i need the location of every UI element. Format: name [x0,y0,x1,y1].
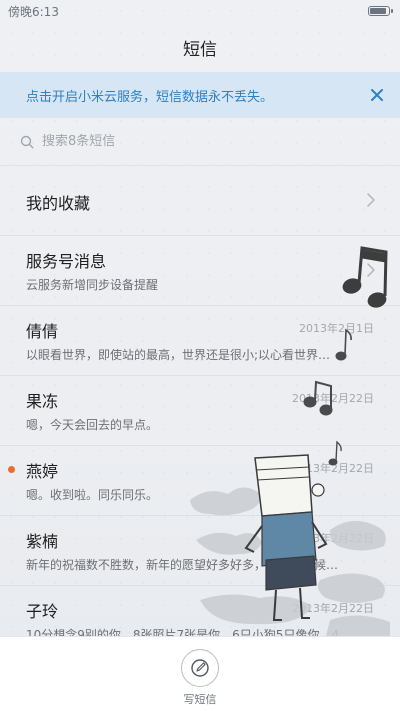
chevron-right-icon [367,193,375,207]
cloud-service-banner[interactable]: 点击开启小米云服务，短信数据永不丢失。 [0,72,400,118]
banner-text[interactable]: 点击开启小米云服务，短信数据永不丢失。 [26,86,273,105]
conversation-preview: 新年的祝福数不胜数，新年的愿望好多好多，新年的问候… [26,558,339,572]
conversation-date: 2013年2月22日 [292,602,374,615]
list-item[interactable]: 紫楠 2013年2月22日 新年的祝福数不胜数，新年的愿望好多好多，新年的问候… [0,516,400,586]
title-bar: 短信 [0,22,400,72]
favorites-label: 我的收藏 [26,194,91,213]
compose-button[interactable] [181,649,219,687]
conversation-list: 我的收藏 服务号消息 云服务新增同步设备提醒 倩倩 2013年2月1日 以眼看世… [0,166,400,656]
conversation-date: 2013年2月22日 [292,532,374,545]
page-title: 短信 [183,39,217,60]
chevron-right-icon [367,263,375,277]
conversation-name: 果冻 [26,392,59,411]
messages-screen: 傍晚6:13 短信 点击开启小米云服务，短信数据永不丢失。 我的收藏 [0,0,400,711]
search-icon [20,135,34,148]
conversation-name: 倩倩 [26,322,59,341]
conversation-date: 2013年2月1日 [299,322,374,335]
conversation-name: 燕婷 [26,462,59,481]
status-bar: 傍晚6:13 [0,0,400,22]
list-item[interactable]: 倩倩 2013年2月1日 以眼看世界，即使站的最高，世界还是很小;以心看世界… [0,306,400,376]
bottom-toolbar: 写短信 [0,636,400,711]
favorites-row[interactable]: 我的收藏 [0,166,400,236]
unread-dot [8,466,15,473]
close-icon[interactable] [368,86,386,104]
compose-icon [191,659,209,677]
status-time: 傍晚6:13 [8,4,59,19]
conversation-name: 子玲 [26,602,59,621]
search-input[interactable] [42,134,342,149]
battery-icon [368,6,393,16]
conversation-preview: 以眼看世界，即使站的最高，世界还是很小;以心看世界… [26,348,331,362]
list-item[interactable]: 燕婷 2013年2月22日 嗯。收到啦。同乐同乐。 [0,446,400,516]
conversation-preview: 云服务新增同步设备提醒 [26,278,159,292]
conversation-name: 紫楠 [26,532,59,551]
conversation-date: 2013年2月22日 [292,392,374,405]
conversation-date: 2013年2月22日 [292,462,374,475]
compose-label[interactable]: 写短信 [0,691,400,707]
conversation-preview: 嗯，今天会回去的早点。 [26,418,159,432]
conversation-preview: 嗯。收到啦。同乐同乐。 [26,488,159,502]
conversation-name: 服务号消息 [26,252,107,271]
list-item[interactable]: 果冻 2013年2月22日 嗯，今天会回去的早点。 [0,376,400,446]
search-bar[interactable] [0,118,400,166]
list-item[interactable]: 服务号消息 云服务新增同步设备提醒 [0,236,400,306]
